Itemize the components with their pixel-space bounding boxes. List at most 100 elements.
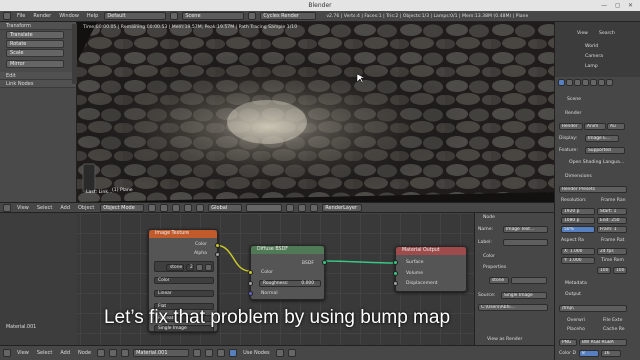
color-mode-buttons[interactable]: BW RGB RGBA <box>579 339 627 346</box>
material-icon[interactable] <box>121 349 130 357</box>
world-tab-icon[interactable] <box>582 79 589 86</box>
menu-add[interactable]: Add <box>58 205 72 211</box>
material-output-header[interactable]: Material Output <box>396 247 466 255</box>
object-tab-icon[interactable] <box>590 79 597 86</box>
menu-select[interactable]: Select <box>35 350 54 356</box>
pin-icon[interactable] <box>275 349 284 357</box>
layers-icon[interactable] <box>246 203 283 212</box>
material-output-node[interactable]: Material Output Surface Volume Displacem… <box>393 246 467 292</box>
cache-result-checkbox[interactable]: Cache Re <box>603 327 625 332</box>
menu-file[interactable]: File <box>15 13 27 19</box>
image-name-field[interactable]: stone <box>166 264 184 271</box>
scene-tab-icon[interactable] <box>574 79 581 86</box>
output-bsdf-socket[interactable] <box>322 260 327 265</box>
input-normal-socket[interactable] <box>248 291 253 296</box>
render-icon[interactable] <box>310 203 319 212</box>
pivot-icon[interactable] <box>160 203 169 212</box>
diffuse-bsdf-node[interactable]: Diffuse BSDF BSDF Color Roughness: 0.000… <box>248 245 327 300</box>
osl-checkbox[interactable]: Open Shading Langua... <box>569 160 624 165</box>
render-panel-header[interactable]: Render <box>565 111 581 116</box>
input-color-socket[interactable] <box>248 270 253 275</box>
last-operator-label[interactable]: Last: Link... <box>86 190 112 195</box>
editor-type-icon[interactable] <box>3 349 11 357</box>
color-panel-header[interactable]: Color <box>483 254 495 259</box>
manipulator-icon[interactable] <box>172 203 181 212</box>
metadata-panel-header[interactable]: Metadata <box>565 281 587 286</box>
lock-icon[interactable] <box>286 203 295 212</box>
editor-type-icon[interactable] <box>3 203 11 212</box>
node-label-field[interactable] <box>503 239 548 246</box>
render-tab-icon[interactable] <box>558 79 565 86</box>
scene-select[interactable]: Scene <box>182 12 245 20</box>
rotate-manipulator-icon[interactable] <box>196 203 205 212</box>
output-color-socket[interactable] <box>215 243 220 248</box>
image-users-field[interactable]: 2 <box>186 264 194 271</box>
image-texture-node-header[interactable]: Image Texture <box>149 230 217 238</box>
fake-user-icon[interactable] <box>196 264 203 271</box>
aspect-x-field[interactable]: X: 1.000 <box>561 248 595 255</box>
aspect-y-field[interactable]: Y: 1.000 <box>561 257 595 264</box>
menu-view[interactable]: View <box>15 350 31 356</box>
translate-manipulator-icon[interactable] <box>184 203 193 212</box>
outliner-item-world[interactable]: World <box>585 44 598 49</box>
backdrop-icon[interactable] <box>287 349 296 357</box>
editor-type-icon[interactable] <box>3 12 11 20</box>
add-scene-icon[interactable] <box>248 12 257 20</box>
frame-step-field[interactable]: Fram: 1 <box>597 226 627 233</box>
input-surface-socket[interactable] <box>393 260 398 265</box>
use-nodes-checkbox[interactable] <box>229 349 238 357</box>
window-controls[interactable]: — ◻ ✕ <box>601 0 636 11</box>
menu-help[interactable]: Help <box>85 13 100 19</box>
fps-select[interactable]: 24 fps <box>597 248 627 255</box>
menu-view[interactable]: View <box>15 205 31 211</box>
transform-panel-header[interactable]: Transform <box>0 22 76 30</box>
menu-add[interactable]: Add <box>58 350 72 356</box>
material-select[interactable]: Material.001 <box>133 349 190 357</box>
layers-tab-icon[interactable] <box>566 79 573 86</box>
properties-panel-header[interactable]: Properties <box>483 265 506 270</box>
props-image-field[interactable]: stone <box>489 277 509 284</box>
color-space-select[interactable]: Color <box>154 277 214 284</box>
source-select[interactable]: Single Image <box>501 292 547 299</box>
overwrite-checkbox[interactable]: Overwri <box>567 318 585 323</box>
material-tab-icon[interactable] <box>606 79 613 86</box>
input-volume-socket[interactable] <box>393 271 398 276</box>
shading-icon[interactable] <box>148 203 157 212</box>
feature-select[interactable]: Supported <box>585 147 625 154</box>
output-alpha-socket[interactable] <box>215 252 220 257</box>
snap-icon[interactable] <box>298 203 307 212</box>
render-engine-select[interactable]: Cycles Render <box>260 12 317 20</box>
output-panel-header[interactable]: Output <box>565 292 581 297</box>
add-layout-icon[interactable] <box>170 12 179 20</box>
menu-node[interactable]: Node <box>76 350 93 356</box>
properties-context-tabs[interactable] <box>555 79 640 88</box>
scale-button[interactable]: Scale <box>6 49 64 57</box>
color-depth-16-button[interactable]: 16 <box>601 350 621 357</box>
frame-end-field[interactable]: End: 250 <box>597 217 627 224</box>
menu-render[interactable]: Render <box>31 13 53 19</box>
3d-viewport[interactable]: Time:00:00.05 | Remaining:00:00.53 | Mem… <box>77 22 554 202</box>
render-layer-select[interactable]: RenderLayer <box>322 203 363 212</box>
menu-object[interactable]: Object <box>76 205 96 211</box>
screen-layout-select[interactable]: Default <box>104 12 167 20</box>
close-icon[interactable] <box>217 349 226 357</box>
resolution-x-field[interactable]: 1920 p <box>561 208 595 215</box>
roughness-field[interactable]: Roughness: 0.000 <box>259 280 321 287</box>
input-displacement-socket[interactable] <box>393 281 398 286</box>
node-name-field[interactable]: Image Text... <box>503 226 548 233</box>
time-remap-old[interactable]: 100 <box>597 267 611 274</box>
audio-button[interactable]: Au <box>607 123 625 130</box>
animation-button[interactable]: Anim <box>584 123 606 130</box>
mirror-button[interactable]: Mirror <box>6 60 64 68</box>
view-as-render-checkbox[interactable]: View as Render <box>487 337 522 342</box>
time-remap-new[interactable]: 100 <box>613 267 627 274</box>
mode-select[interactable]: Object Mode <box>100 203 145 212</box>
file-format-select[interactable]: PNG <box>559 339 577 346</box>
outliner-item-camera[interactable]: Camera <box>585 54 603 59</box>
close-icon[interactable] <box>205 264 212 271</box>
display-select[interactable]: Image E... <box>585 135 619 142</box>
object-icon[interactable] <box>109 349 118 357</box>
input-roughness-socket[interactable] <box>248 281 253 286</box>
add-material-icon[interactable] <box>205 349 214 357</box>
outliner-item-lamp[interactable]: Lamp <box>585 64 598 69</box>
